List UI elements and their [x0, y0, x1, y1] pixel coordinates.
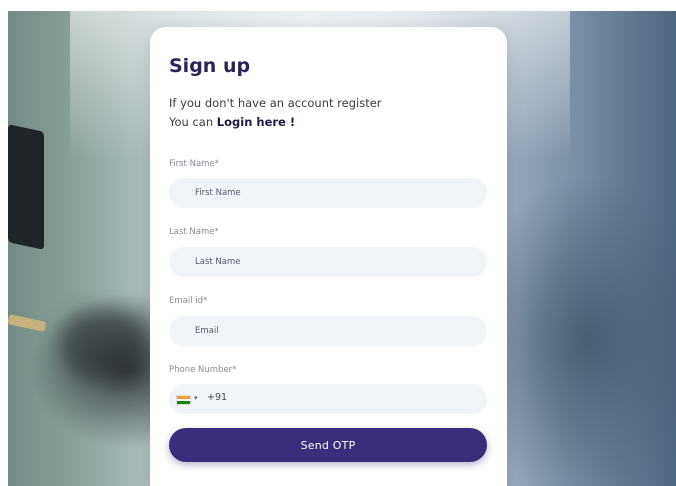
india-flag-icon[interactable]: [176, 395, 191, 405]
first-name-label: First Name*: [169, 159, 219, 169]
chevron-down-icon[interactable]: ▾: [194, 394, 198, 402]
phone-input[interactable]: ▾ +91: [169, 384, 487, 414]
send-otp-button[interactable]: Send OTP: [169, 428, 487, 462]
login-link[interactable]: Login here !: [217, 115, 295, 129]
intro-prefix: You can: [169, 115, 217, 129]
intro-line: If you don't have an account register: [169, 96, 382, 110]
page-title: Sign up: [169, 55, 251, 77]
intro-text: If you don't have an account register Yo…: [169, 94, 382, 132]
background-object: [8, 124, 44, 250]
signup-card: Sign up If you don't have an account reg…: [150, 27, 507, 486]
background-object: [60, 310, 150, 380]
last-name-label: Last Name*: [169, 227, 219, 237]
email-input[interactable]: [169, 316, 487, 346]
intro-login-line: You can Login here !: [169, 113, 382, 132]
first-name-input[interactable]: [169, 178, 487, 208]
phone-label: Phone Number*: [169, 365, 237, 375]
last-name-input[interactable]: [169, 247, 487, 277]
country-code: +91: [207, 392, 228, 403]
email-label: Email id*: [169, 296, 208, 306]
